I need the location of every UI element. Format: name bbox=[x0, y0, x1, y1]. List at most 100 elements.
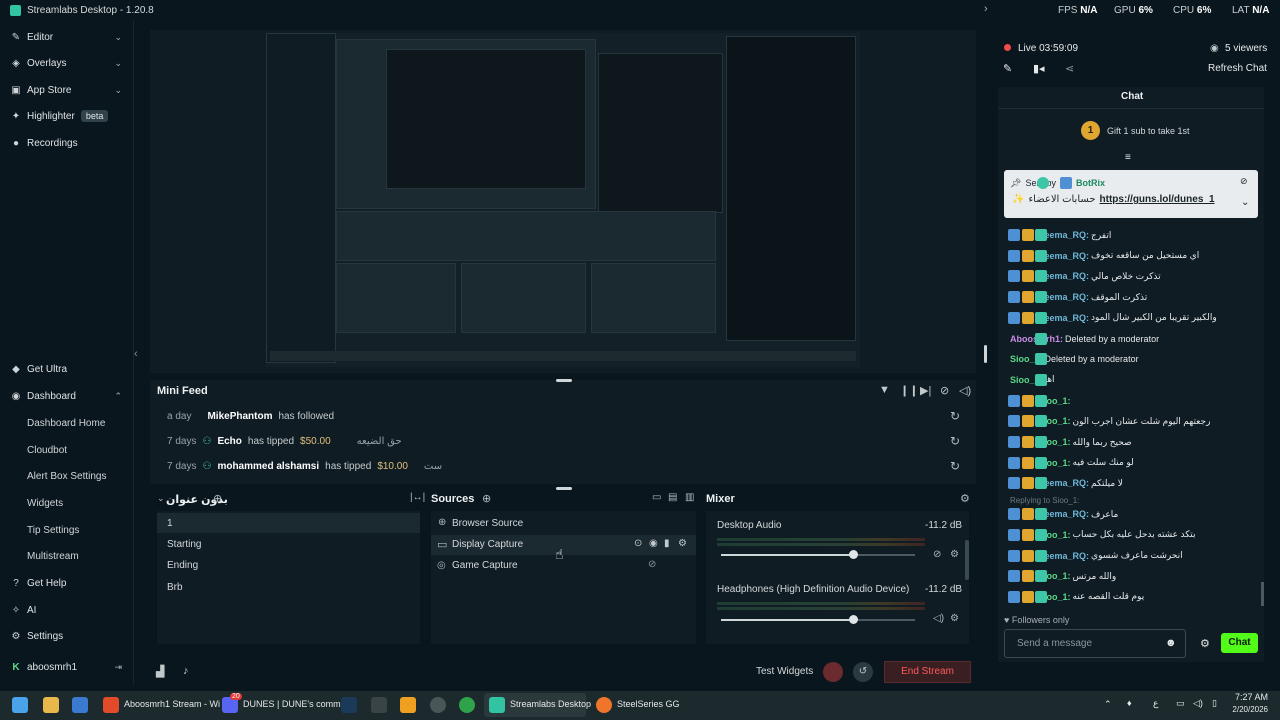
transition-icon[interactable]: |↔| bbox=[410, 492, 425, 503]
gear-icon[interactable]: ⚙ bbox=[960, 492, 970, 505]
steam-icon[interactable] bbox=[341, 697, 357, 713]
send-chat-button[interactable]: Chat bbox=[1221, 633, 1258, 653]
speaker-icon[interactable]: ◁) bbox=[933, 613, 944, 624]
unpin-icon[interactable]: ⊘ bbox=[1240, 176, 1248, 187]
edit-stream-icon[interactable]: ✎ bbox=[1003, 62, 1012, 75]
file-explorer-icon[interactable] bbox=[43, 697, 59, 713]
gear-icon[interactable]: ⚙ bbox=[1200, 637, 1210, 650]
gift-sub-prompt[interactable]: Gift 1 sub to take 1st bbox=[1107, 126, 1190, 136]
app-icon[interactable] bbox=[371, 697, 387, 713]
volume-icon[interactable]: ◁) bbox=[1193, 698, 1203, 709]
mute-icon[interactable]: ⊘ bbox=[933, 549, 941, 560]
chevron-down-icon[interactable]: ⌄ bbox=[1241, 197, 1249, 208]
sidebar-item-dashboard-home[interactable]: Dashboard Home bbox=[27, 418, 105, 429]
taskbar-app-label[interactable]: SteelSeries GG bbox=[617, 699, 680, 709]
chat-scrollbar[interactable] bbox=[1261, 582, 1264, 606]
scene-collection-chevron-icon[interactable]: ⌄ bbox=[157, 493, 165, 504]
sidebar-item-app-store[interactable]: ▣ App Store ⌄ bbox=[10, 80, 128, 100]
app-icon[interactable] bbox=[430, 697, 446, 713]
logout-icon[interactable]: ⇥ bbox=[114, 662, 122, 673]
mute-alerts-icon[interactable]: ⊘ bbox=[940, 384, 949, 397]
taskbar-app-label[interactable]: Aboosmrh1 Stream - Wi bbox=[124, 699, 220, 709]
filter-icon[interactable]: ▼ bbox=[879, 384, 890, 396]
expand-gifts-icon[interactable]: ≡ bbox=[1125, 152, 1131, 163]
add-source-icon[interactable]: ⊕ bbox=[482, 492, 491, 505]
folder-group-icon[interactable]: ▤ bbox=[668, 492, 677, 503]
refresh-chat-button[interactable]: Refresh Chat bbox=[1208, 63, 1267, 74]
emoji-icon[interactable]: ☻ bbox=[1165, 637, 1177, 649]
sidebar-item-multistream[interactable]: Multistream bbox=[27, 551, 79, 562]
source-item[interactable]: Browser Source bbox=[452, 518, 523, 529]
sidebar-item-dashboard[interactable]: ◉ Dashboard ⌃ bbox=[10, 386, 128, 406]
sidebar-item-cloudbot[interactable]: Cloudbot bbox=[27, 445, 67, 456]
gear-icon[interactable]: ⚙ bbox=[950, 549, 959, 560]
source-item[interactable]: Game Capture bbox=[452, 560, 518, 571]
clock-date[interactable]: 2/20/2026 bbox=[1220, 705, 1268, 714]
sidebar-item-settings[interactable]: ⚙ Settings bbox=[10, 626, 128, 646]
app-icon[interactable] bbox=[400, 697, 416, 713]
end-stream-button[interactable]: End Stream bbox=[884, 661, 971, 683]
xbox-icon[interactable] bbox=[459, 697, 475, 713]
taskbar-app-label[interactable]: Streamlabs Desktop bbox=[510, 699, 591, 709]
add-folder-icon[interactable]: ▥ bbox=[685, 492, 694, 503]
sidebar-item-tip-settings[interactable]: Tip Settings bbox=[27, 525, 79, 536]
sidebar-item-highlighter[interactable]: ✦ Highlighter beta bbox=[10, 106, 128, 126]
gear-icon[interactable]: ⚙ bbox=[950, 613, 959, 624]
sidebar-item-get-help[interactable]: ? Get Help bbox=[10, 573, 128, 593]
pause-icon[interactable]: ❙❙ bbox=[900, 384, 918, 397]
repeat-alert-icon[interactable]: ↻ bbox=[950, 459, 960, 473]
steelseries-icon[interactable] bbox=[596, 697, 612, 713]
source-item[interactable]: Display Capture bbox=[452, 539, 523, 550]
eye-icon[interactable]: ◉ bbox=[649, 538, 658, 549]
sidebar-item-overlays[interactable]: ◈ Overlays ⌄ bbox=[10, 53, 128, 73]
network-icon[interactable]: ▭ bbox=[1176, 698, 1185, 709]
volume-slider-knob[interactable] bbox=[848, 615, 858, 624]
language-indicator[interactable]: ع bbox=[1153, 698, 1158, 709]
volume-slider-knob[interactable] bbox=[848, 550, 858, 559]
store-app-icon[interactable] bbox=[72, 697, 88, 713]
scene-item[interactable]: Ending bbox=[167, 560, 198, 571]
eye-hidden-icon[interactable]: ⊘ bbox=[648, 559, 656, 570]
performance-chart-icon[interactable]: ▟ bbox=[156, 665, 164, 678]
brave-browser-icon[interactable] bbox=[103, 697, 119, 713]
windows-start-icon[interactable] bbox=[12, 697, 28, 713]
sidebar-item-editor[interactable]: ✎ Editor ⌄ bbox=[10, 27, 128, 47]
resize-handle[interactable] bbox=[984, 345, 987, 363]
sidebar-user[interactable]: Kaboosmrh1 ⇥ bbox=[10, 657, 128, 677]
microphone-icon[interactable]: ♦ bbox=[1127, 698, 1132, 708]
chevron-up-icon[interactable]: ⌃ bbox=[1104, 699, 1112, 710]
repeat-alert-icon[interactable]: ↻ bbox=[950, 434, 960, 448]
pinned-link[interactable]: https://guns.lol/dunes_1 bbox=[1100, 194, 1215, 205]
clock-time[interactable]: 7:27 AM bbox=[1228, 692, 1268, 702]
lock-icon[interactable]: ⊙ bbox=[634, 538, 642, 549]
mixer-scrollbar[interactable] bbox=[965, 540, 969, 580]
replay-buffer-icon[interactable]: ↺ bbox=[853, 662, 873, 682]
expand-chevron-icon[interactable]: › bbox=[984, 3, 988, 15]
share-icon[interactable]: ⋖ bbox=[1065, 62, 1074, 75]
gear-icon[interactable]: ⚙ bbox=[678, 538, 687, 549]
resize-handle[interactable] bbox=[556, 379, 572, 382]
source-layout-icon[interactable]: ▭ bbox=[652, 492, 661, 503]
volume-icon[interactable]: ◁) bbox=[959, 384, 971, 397]
rec-button[interactable] bbox=[823, 662, 843, 682]
streamlabs-icon[interactable] bbox=[489, 697, 505, 713]
stream-preview[interactable] bbox=[150, 30, 976, 373]
sidebar-item-get-ultra[interactable]: ◆ Get Ultra bbox=[10, 359, 128, 379]
trash-icon[interactable]: ▮ bbox=[664, 538, 670, 549]
resize-handle[interactable] bbox=[556, 487, 572, 490]
taskbar-app-label[interactable]: DUNES | DUNE's comm bbox=[243, 699, 341, 709]
collapse-arrow-icon[interactable]: ‹ bbox=[134, 348, 138, 360]
scene-item[interactable]: Starting bbox=[167, 539, 201, 550]
sidebar-item-ai[interactable]: ✧ AI bbox=[10, 600, 128, 620]
sidebar-item-widgets[interactable]: Widgets bbox=[27, 498, 63, 509]
scene-item[interactable]: 1 bbox=[167, 518, 173, 529]
sidebar-item-recordings[interactable]: ● Recordings bbox=[10, 133, 128, 153]
sidebar-item-alert-box-settings[interactable]: Alert Box Settings bbox=[27, 471, 106, 482]
repeat-alert-icon[interactable]: ↻ bbox=[950, 409, 960, 423]
notification-bell-icon[interactable]: ♪ bbox=[183, 665, 189, 677]
battery-icon[interactable]: ▯ bbox=[1212, 698, 1217, 709]
scene-item[interactable]: Brb bbox=[167, 582, 183, 593]
skip-icon[interactable]: ▶| bbox=[920, 384, 931, 397]
camera-icon[interactable]: ▮◂ bbox=[1033, 62, 1045, 75]
add-scene-icon[interactable]: ⊕ bbox=[213, 492, 222, 505]
